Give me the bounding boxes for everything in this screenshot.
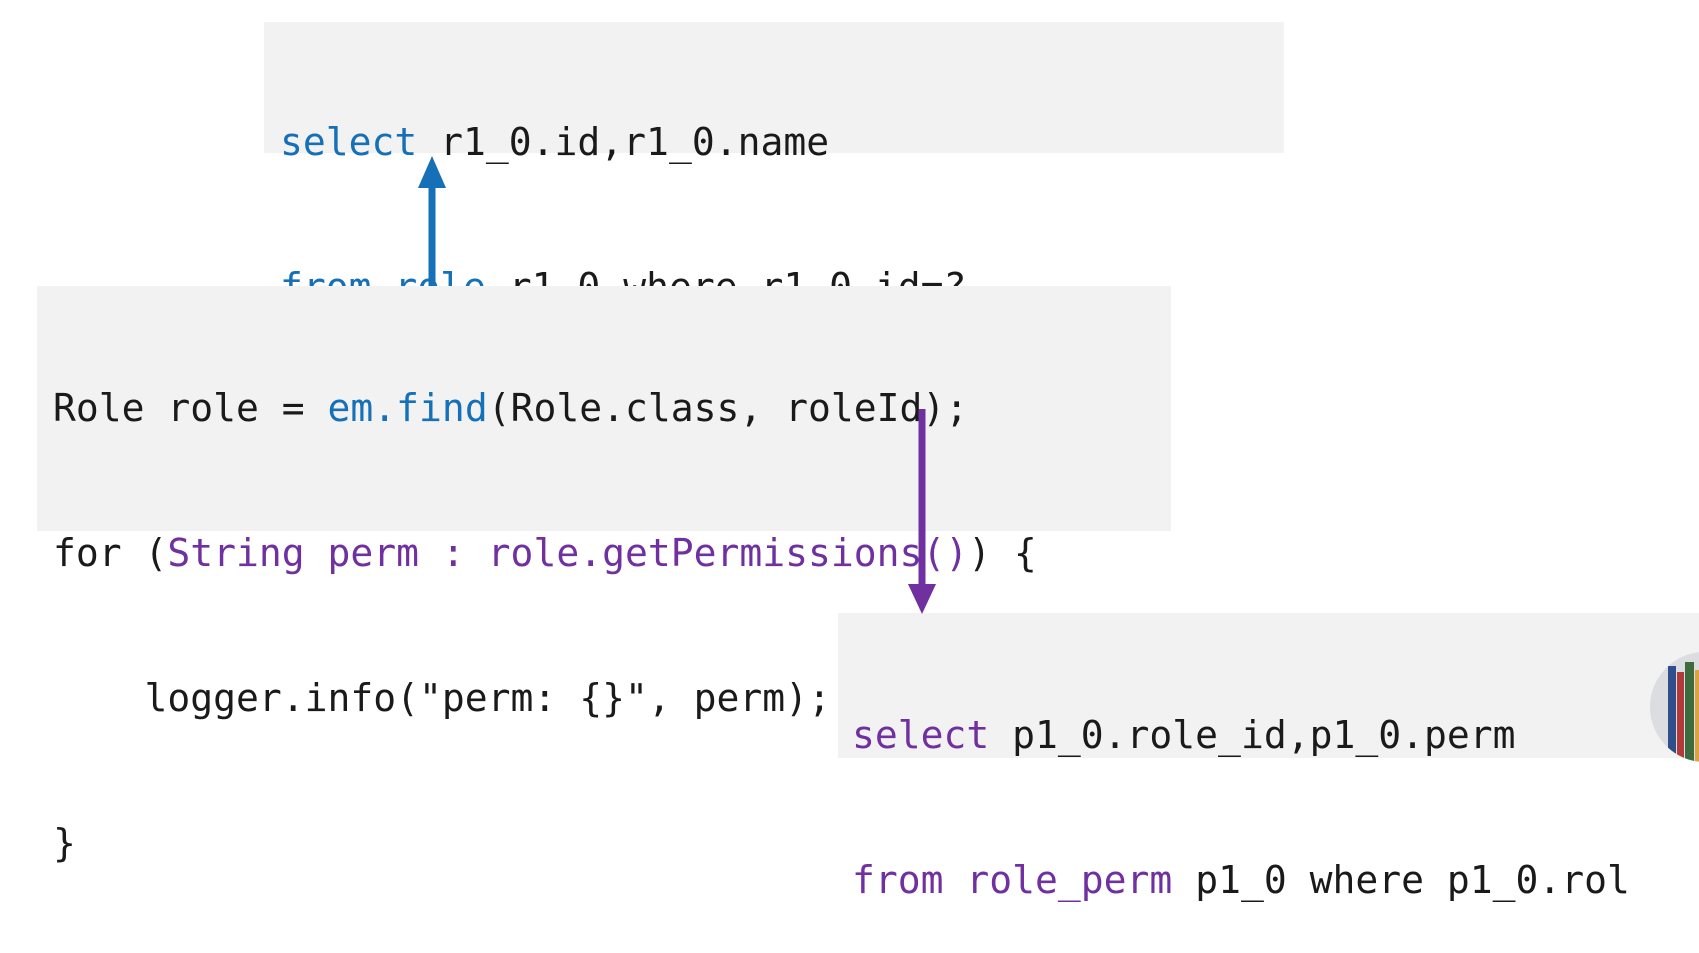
code-text: } [53, 821, 76, 865]
sql-text: p1_0 where p1_0.rol [1172, 858, 1630, 902]
find-to-role-query-arrow [418, 156, 446, 286]
arrows-layer [418, 156, 936, 614]
sql-keyword-from: from [852, 858, 944, 902]
sql-table-role-perm: role_perm [966, 858, 1173, 902]
perm-query-line-2: from role_perm p1_0 where p1_0.rol [852, 852, 1699, 909]
getpermissions-to-perm-query-arrow [908, 409, 936, 614]
